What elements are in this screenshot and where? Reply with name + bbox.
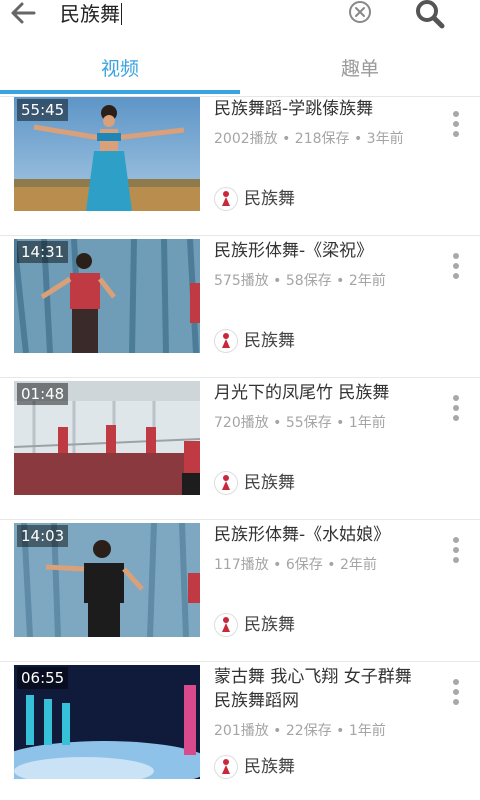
video-stats: 720播放 • 55保存 • 1年前 <box>214 415 386 431</box>
channel-avatar <box>214 613 238 637</box>
channel-name: 民族舞 <box>244 757 295 777</box>
channel-name: 民族舞 <box>244 331 295 351</box>
clear-icon <box>349 1 371 23</box>
video-duration: 14:03 <box>17 525 69 547</box>
channel-avatar <box>214 471 238 495</box>
search-bar: 民族舞 <box>0 0 480 40</box>
dancer-logo-icon <box>222 759 230 774</box>
more-options-button[interactable] <box>446 679 466 715</box>
more-options-button[interactable] <box>446 395 466 431</box>
dancer-logo-icon <box>222 617 230 632</box>
search-input[interactable]: 民族舞 <box>60 0 330 30</box>
video-list: 55:45 民族舞蹈-学跳傣族舞 2002播放 • 218保存 • 3年前 民族… <box>0 97 480 800</box>
video-list-item[interactable]: 14:03 民族形体舞-《水姑娘》 117播放 • 6保存 • 2年前 民族舞 <box>0 520 480 662</box>
tab-videos[interactable]: 视频 <box>0 40 240 96</box>
video-title[interactable]: 蒙古舞 我心飞翔 女子群舞 民族舞蹈网 <box>214 665 434 713</box>
dancer-logo-icon <box>222 191 230 206</box>
video-list-item[interactable]: 14:31 民族形体舞-《梁祝》 575播放 • 58保存 • 2年前 民族舞 <box>0 236 480 378</box>
more-options-button[interactable] <box>446 537 466 573</box>
video-thumbnail[interactable]: 14:03 <box>14 523 200 637</box>
video-duration: 14:31 <box>17 241 69 263</box>
video-list-item[interactable]: 55:45 民族舞蹈-学跳傣族舞 2002播放 • 218保存 • 3年前 民族… <box>0 97 480 236</box>
channel-avatar <box>214 755 238 779</box>
active-tab-indicator <box>0 90 240 94</box>
channel-avatar <box>214 329 238 353</box>
video-stats: 201播放 • 22保存 • 1年前 <box>214 723 386 739</box>
video-stats: 117播放 • 6保存 • 2年前 <box>214 557 377 573</box>
channel-name: 民族舞 <box>244 473 295 493</box>
video-stats: 2002播放 • 218保存 • 3年前 <box>214 131 404 147</box>
video-thumbnail[interactable]: 55:45 <box>14 97 200 211</box>
video-title[interactable]: 民族舞蹈-学跳傣族舞 <box>214 97 434 121</box>
dancer-logo-icon <box>222 333 230 348</box>
tab-bar: 视频 趣单 <box>0 40 480 97</box>
video-thumbnail[interactable]: 14:31 <box>14 239 200 353</box>
search-button[interactable] <box>414 0 448 30</box>
channel-name: 民族舞 <box>244 615 295 635</box>
video-title[interactable]: 民族形体舞-《梁祝》 <box>214 239 434 263</box>
back-arrow-icon <box>11 2 36 24</box>
search-query: 民族舞 <box>60 2 120 26</box>
video-stats: 575播放 • 58保存 • 2年前 <box>214 273 386 289</box>
video-duration: 55:45 <box>17 99 69 121</box>
back-button[interactable] <box>8 0 48 28</box>
video-list-item[interactable]: 01:48 月光下的凤尾竹 民族舞 720播放 • 55保存 • 1年前 民族舞 <box>0 378 480 520</box>
more-options-button[interactable] <box>446 111 466 147</box>
more-options-button[interactable] <box>446 253 466 289</box>
video-title[interactable]: 月光下的凤尾竹 民族舞 <box>214 381 434 405</box>
video-duration: 06:55 <box>17 667 69 689</box>
video-duration: 01:48 <box>17 383 69 405</box>
video-list-item[interactable]: 06:55 蒙古舞 我心飞翔 女子群舞 民族舞蹈网 201播放 • 22保存 •… <box>0 662 480 800</box>
video-title[interactable]: 民族形体舞-《水姑娘》 <box>214 523 434 547</box>
video-thumbnail[interactable]: 01:48 <box>14 381 200 495</box>
tab-playlists[interactable]: 趣单 <box>240 40 480 96</box>
clear-search-button[interactable] <box>347 0 375 28</box>
dancer-logo-icon <box>222 475 230 490</box>
channel-avatar <box>214 187 238 211</box>
video-thumbnail[interactable]: 06:55 <box>14 665 200 779</box>
channel-name: 民族舞 <box>244 189 295 209</box>
search-icon <box>416 0 445 29</box>
text-caret <box>121 3 122 25</box>
